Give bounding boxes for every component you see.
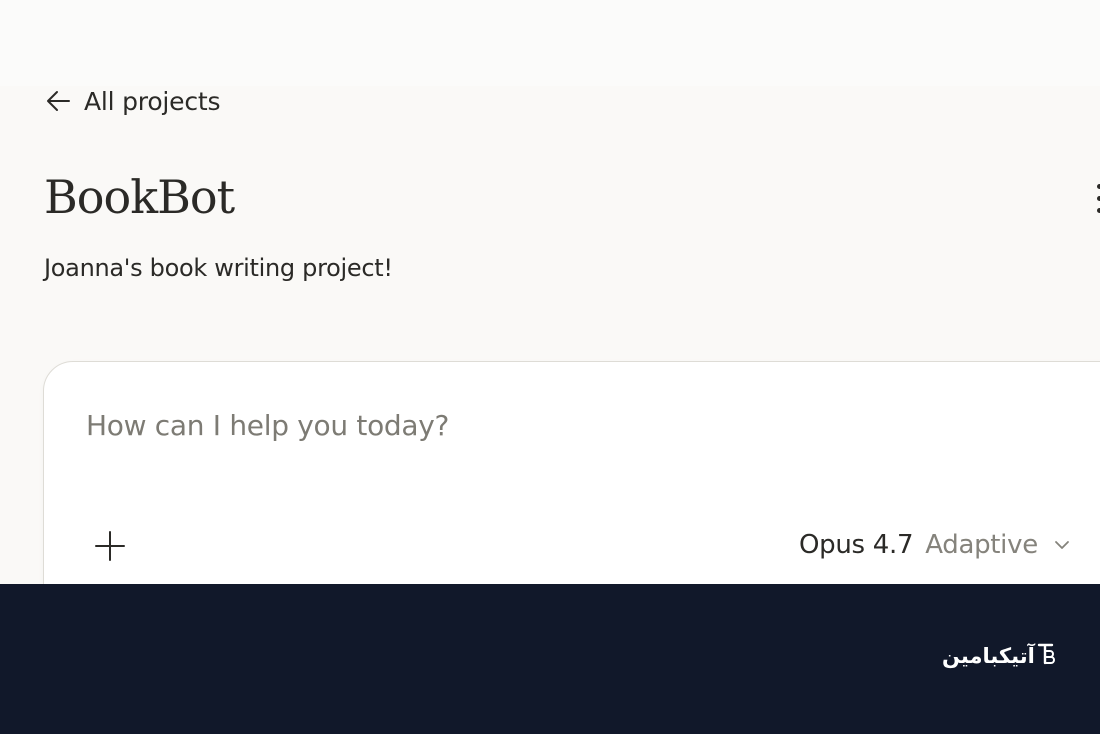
project-title: BookBot [44,170,235,224]
message-composer: Opus 4.7 Adaptive [43,361,1100,584]
brand-logo: آتیکبامین [942,640,1055,672]
project-page: All projects BookBot Joanna's book writi… [0,0,1100,584]
add-attachment-button[interactable] [92,528,128,564]
project-description: Joanna's book writing project! [44,254,393,282]
brand-logo-icon [1037,642,1055,670]
more-vertical-icon[interactable] [1094,184,1100,216]
all-projects-link[interactable]: All projects [44,84,221,118]
footer-banner [0,584,1100,734]
all-projects-label: All projects [84,86,221,116]
top-band [0,0,1100,86]
brand-text: آتیکبامین [942,644,1035,668]
plus-icon [92,531,128,568]
model-selector[interactable]: Opus 4.7 Adaptive [799,525,1072,565]
arrow-left-icon [44,87,72,115]
model-mode: Adaptive [925,530,1038,560]
chevron-down-icon [1050,535,1072,555]
model-name: Opus 4.7 [799,530,914,560]
prompt-input[interactable] [86,402,986,448]
